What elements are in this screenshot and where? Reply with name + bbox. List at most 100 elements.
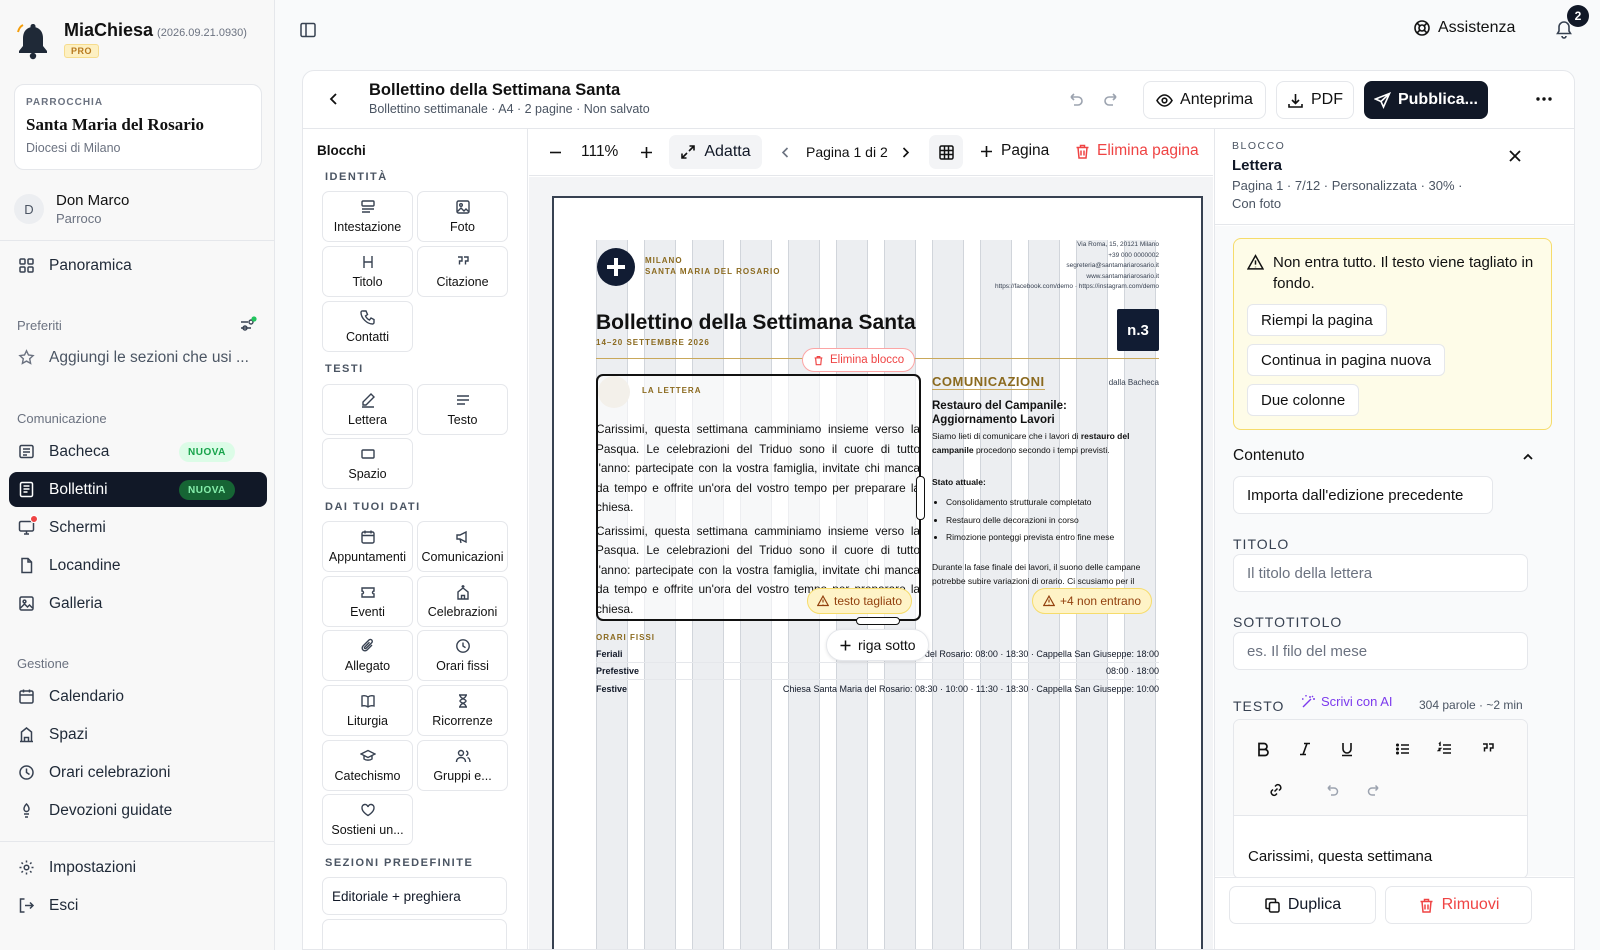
zoom-out-icon[interactable]: [547, 144, 564, 161]
publish-button[interactable]: Pubblica...: [1364, 81, 1488, 119]
block-label: Liturgia: [347, 714, 388, 728]
calendar-icon: [18, 688, 35, 705]
plus-icon: [978, 143, 995, 160]
italic-icon[interactable]: [1296, 740, 1314, 758]
block-contatti[interactable]: Contatti: [322, 301, 413, 352]
nav-logout[interactable]: Esci: [9, 888, 267, 923]
preview-button[interactable]: Anteprima: [1143, 81, 1266, 119]
block-celebrazioni[interactable]: Celebrazioni: [417, 576, 508, 627]
favorites-hint[interactable]: Aggiungi le sezioni che usi ...: [9, 340, 267, 375]
sheet-title: Bollettino della Settimana Santa: [596, 311, 916, 334]
back-icon[interactable]: [325, 90, 343, 108]
block-label: Testo: [447, 413, 478, 427]
block-allegato[interactable]: Allegato: [322, 630, 413, 681]
resize-handle-bottom[interactable]: [856, 617, 900, 625]
block-eventi[interactable]: Eventi: [322, 576, 413, 627]
redo-icon[interactable]: [1365, 781, 1383, 799]
add-page-button[interactable]: Pagina: [978, 142, 1049, 160]
bullet-list-icon[interactable]: [1394, 740, 1412, 758]
delete-page-button[interactable]: Elimina pagina: [1074, 142, 1199, 160]
block-citazione[interactable]: Citazione: [417, 246, 508, 297]
rich-text-editor[interactable]: Carissimi, questa settimana: [1233, 719, 1528, 879]
logout-icon: [18, 897, 35, 914]
block-ricorrenze[interactable]: Ricorrenze: [417, 685, 508, 736]
nav-logout-label: Esci: [49, 896, 79, 914]
content-section-title[interactable]: Contenuto: [1233, 447, 1305, 465]
edit-favorites-icon[interactable]: [239, 316, 257, 334]
block-comunicazioni[interactable]: Comunicazioni: [417, 521, 508, 572]
nav-schermi[interactable]: Schermi: [9, 510, 267, 545]
new-page-button[interactable]: Continua in pagina nuova: [1247, 344, 1446, 376]
block-sostieni[interactable]: Sostieni un...: [322, 794, 413, 845]
block-label: Titolo: [352, 275, 383, 289]
link-icon[interactable]: [1267, 781, 1285, 799]
nav-galleria[interactable]: Galleria: [9, 586, 267, 621]
letter-photo: [598, 376, 630, 408]
import-previous-button[interactable]: Importa dall'edizione precedente: [1233, 476, 1493, 514]
nav-locandine[interactable]: Locandine: [9, 548, 267, 583]
user-profile[interactable]: D Don Marco Parroco: [14, 192, 129, 226]
fill-page-button[interactable]: Riempi la pagina: [1247, 304, 1387, 336]
delete-block-button[interactable]: Elimina blocco: [802, 348, 916, 372]
nav-orari[interactable]: Orari celebrazioni: [9, 755, 267, 790]
preset-next[interactable]: [322, 919, 507, 949]
two-columns-button[interactable]: Due colonne: [1247, 384, 1360, 416]
bulletin-page[interactable]: MILANO SANTA MARIA DEL ROSARIO Via Roma,…: [552, 196, 1203, 949]
block-appuntamenti[interactable]: Appuntamenti: [322, 521, 413, 572]
title-input[interactable]: Il titolo della lettera: [1233, 554, 1528, 592]
block-lettera[interactable]: Lettera: [322, 384, 413, 435]
numbered-list-icon[interactable]: [1436, 740, 1454, 758]
parish-card[interactable]: PARROCCHIA Santa Maria del Rosario Dioce…: [14, 84, 262, 170]
remove-button[interactable]: Rimuovi: [1385, 886, 1532, 924]
trash-icon: [1074, 143, 1091, 160]
block-liturgia[interactable]: Liturgia: [322, 685, 413, 736]
ai-write-button[interactable]: Scrivi con AI: [1301, 694, 1393, 709]
chevron-up-icon[interactable]: [1521, 450, 1535, 464]
close-icon[interactable]: [1507, 148, 1523, 164]
preset-editoriale[interactable]: Editoriale + preghiera: [322, 877, 507, 915]
block-catechismo[interactable]: Catechismo: [322, 740, 413, 791]
nav-bacheca[interactable]: Bacheca NUOVA: [9, 434, 267, 469]
block-orari-fissi[interactable]: Orari fissi: [417, 630, 508, 681]
help-button[interactable]: Assistenza: [1413, 19, 1515, 37]
zoom-in-icon[interactable]: [638, 144, 655, 161]
nav-calendario[interactable]: Calendario: [9, 679, 267, 714]
redo-icon[interactable]: [1103, 90, 1121, 108]
sidebar-toggle-icon[interactable]: [298, 20, 318, 40]
block-intestazione[interactable]: Intestazione: [322, 191, 413, 242]
grid-toggle-button[interactable]: [929, 135, 963, 169]
comm-intro: Siamo lieti di comunicare che i lavori d…: [932, 429, 1160, 457]
nav-overview[interactable]: Panoramica: [9, 248, 267, 283]
fit-button[interactable]: Adatta: [669, 135, 762, 169]
top-bar: Assistenza 2: [276, 0, 1600, 60]
prev-page-icon[interactable]: [777, 144, 794, 161]
resize-handle-right[interactable]: [916, 476, 925, 520]
text-cut-warning[interactable]: testo tagliato: [807, 588, 913, 614]
next-page-icon[interactable]: [897, 144, 914, 161]
bold-icon[interactable]: [1254, 740, 1272, 758]
subtitle-input[interactable]: es. Il filo del mese: [1233, 632, 1528, 670]
quote-icon[interactable]: [1479, 740, 1497, 758]
nav-devozioni[interactable]: Devozioni guidate: [9, 793, 267, 828]
alert-text: Non entra tutto. Il testo viene tagliato…: [1273, 254, 1534, 292]
more-icon[interactable]: [1534, 91, 1554, 107]
add-row-button[interactable]: riga sotto: [826, 629, 929, 661]
undo-icon[interactable]: [1066, 90, 1084, 108]
nav-spazi[interactable]: Spazi: [9, 717, 267, 752]
block-spazio[interactable]: Spazio: [322, 438, 413, 489]
nav-schermi-label: Schermi: [49, 518, 106, 536]
block-gruppi[interactable]: Gruppi e...: [417, 740, 508, 791]
undo-icon[interactable]: [1323, 781, 1341, 799]
underline-icon[interactable]: [1338, 740, 1356, 758]
nav-settings[interactable]: Impostazioni: [9, 850, 267, 885]
duplicate-button[interactable]: Duplica: [1229, 886, 1376, 924]
overflow-warning[interactable]: +4 non entrano: [1032, 588, 1153, 614]
nav-bollettini[interactable]: Bollettini NUOVA: [9, 472, 267, 507]
block-titolo[interactable]: Titolo: [322, 246, 413, 297]
zoom-level: 111%: [581, 143, 619, 160]
warning-icon: [817, 595, 829, 607]
block-foto[interactable]: Foto: [417, 191, 508, 242]
block-testo[interactable]: Testo: [417, 384, 508, 435]
document-title: Bollettino della Settimana Santa: [369, 81, 621, 99]
pdf-button[interactable]: PDF: [1276, 81, 1354, 119]
